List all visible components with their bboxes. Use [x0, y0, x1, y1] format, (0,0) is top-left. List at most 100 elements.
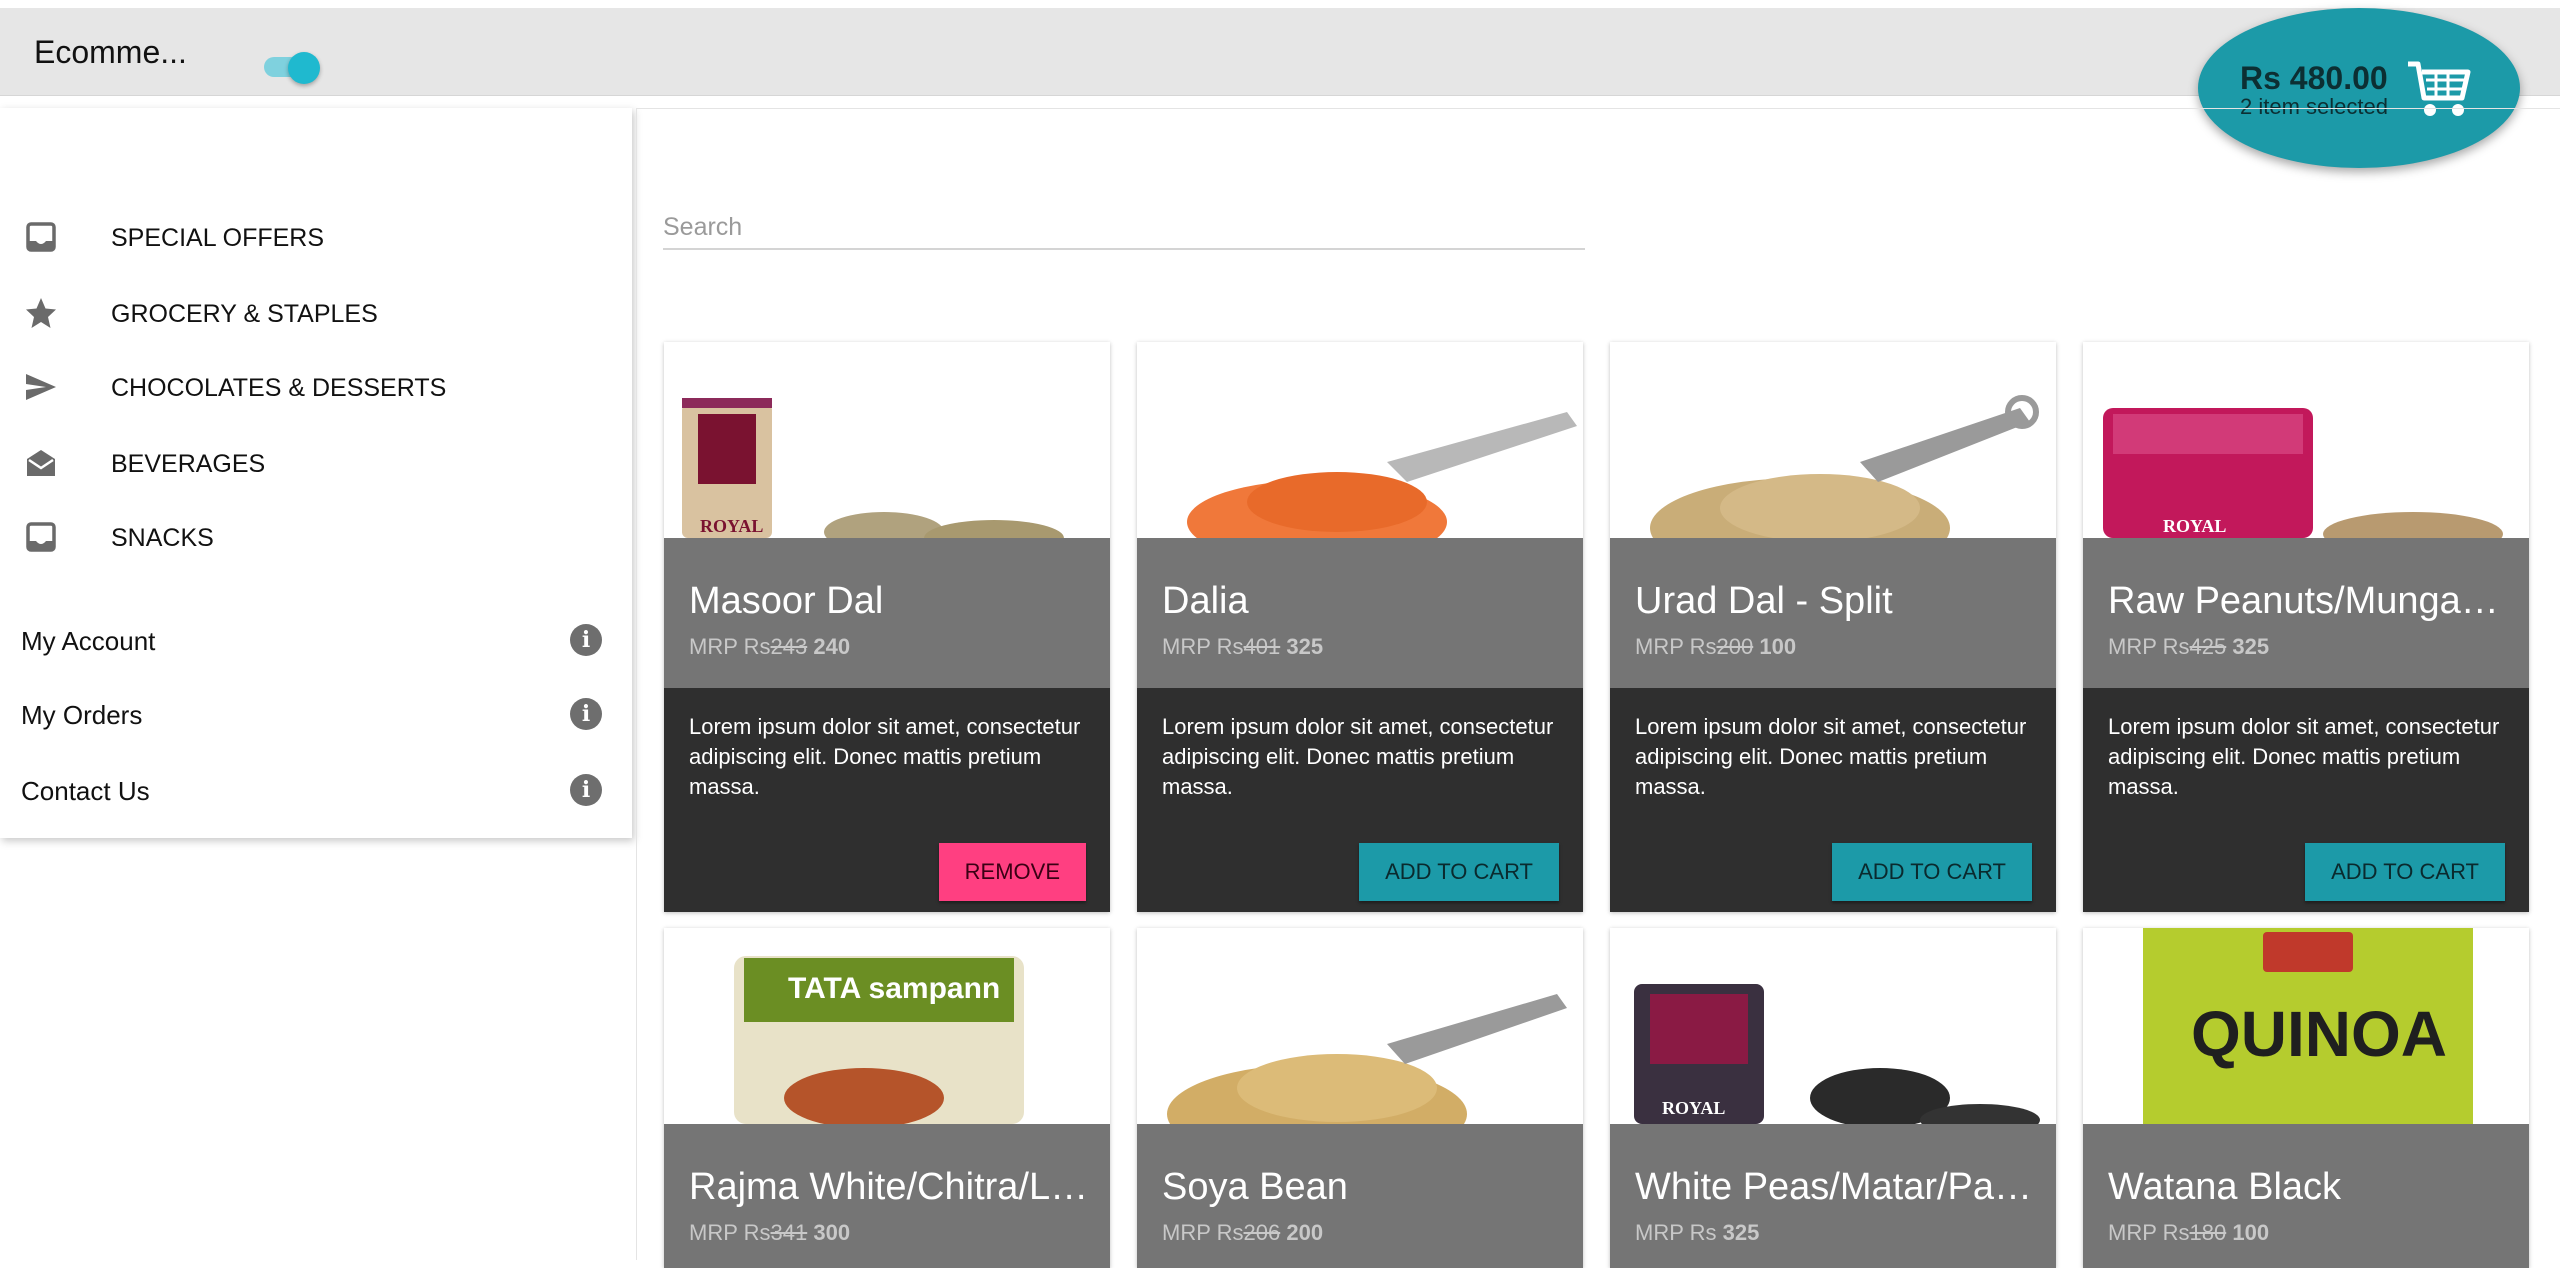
old-price: 243 — [770, 634, 808, 659]
sidebar-item-chocolates[interactable]: CHOCOLATES & DESSERTS — [0, 350, 632, 420]
sidebar-item-label: My Orders — [21, 700, 143, 730]
product-price: MRP Rs206 200 — [1162, 1220, 1324, 1245]
old-price: 425 — [2189, 634, 2227, 659]
brand-label: TATA sampann — [788, 972, 1000, 1005]
sidebar-item-beverages[interactable]: BEVERAGES — [0, 426, 632, 496]
add-to-cart-button[interactable]: ADD TO CART — [1832, 843, 2032, 901]
product-price: MRP Rs341 300 — [689, 1220, 851, 1245]
product-name: White Peas/Matar/Pattani — [1635, 1166, 2040, 1208]
product-name: Masoor Dal — [689, 580, 884, 622]
sale-price: 240 — [813, 634, 851, 659]
brand-label: QUINOA — [2191, 998, 2447, 1070]
sidebar-item-label: My Account — [21, 626, 156, 656]
sale-price: 200 — [1286, 1220, 1324, 1245]
product-image: ROYAL — [1610, 928, 2056, 1124]
product-price: MRP Rs 325 — [1635, 1220, 1760, 1245]
product-description-band: Lorem ipsum dolor sit amet, consectetur … — [2083, 688, 2529, 912]
product-image: ROYAL — [664, 342, 1110, 538]
old-price: 200 — [1716, 634, 1754, 659]
sale-price: 325 — [2232, 634, 2270, 659]
send-icon — [26, 374, 56, 400]
info-icon[interactable]: i — [570, 624, 602, 656]
product-title-band: Dalia MRP Rs401 325 — [1137, 538, 1583, 688]
product-card: QUINOA Watana Black MRP Rs180 100 — [2083, 928, 2529, 1268]
product-card: Dalia MRP Rs401 325 Lorem ipsum dolor si… — [1137, 342, 1583, 912]
sidebar-item-special-offers[interactable]: SPECIAL OFFERS — [0, 200, 632, 270]
product-title-band: Urad Dal - Split MRP Rs200 100 — [1610, 538, 2056, 688]
add-to-cart-button[interactable]: ADD TO CART — [1359, 843, 1559, 901]
add-to-cart-button[interactable]: ADD TO CART — [2305, 843, 2505, 901]
product-card: TATA sampann Rajma White/Chitra/Lobia MR… — [664, 928, 1110, 1268]
product-card: Soya Bean MRP Rs206 200 — [1137, 928, 1583, 1268]
product-name: Dalia — [1162, 580, 1249, 622]
product-description: Lorem ipsum dolor sit amet, consectetur … — [1635, 714, 2027, 799]
old-price: 401 — [1243, 634, 1281, 659]
product-description: Lorem ipsum dolor sit amet, consectetur … — [1162, 714, 1554, 799]
product-description-band: Lorem ipsum dolor sit amet, consectetur … — [1137, 688, 1583, 912]
drafts-icon — [27, 450, 55, 476]
product-price: MRP Rs425 325 — [2108, 634, 2270, 659]
product-price: MRP Rs243 240 — [689, 634, 851, 659]
product-card: ROYAL Masoor Dal MRP Rs243 240 Lorem ips… — [664, 342, 1110, 912]
product-card: ROYAL White Peas/Matar/Pattani MRP Rs 32… — [1610, 928, 2056, 1268]
product-image: QUINOA — [2083, 928, 2529, 1124]
cart-total: Rs 480.00 — [2240, 60, 2388, 96]
search-input[interactable] — [663, 206, 1585, 250]
sidebar-item-label: Contact Us — [21, 776, 150, 806]
inbox-icon — [26, 522, 56, 552]
product-name: Rajma White/Chitra/Lobia — [689, 1166, 1094, 1208]
app-title: Ecomme... — [34, 34, 187, 70]
product-title-band: White Peas/Matar/Pattani MRP Rs 325 — [1610, 1124, 2056, 1268]
sale-price: 300 — [813, 1220, 851, 1245]
product-image: TATA sampann — [664, 928, 1110, 1124]
sidebar-item-label: GROCERY & STAPLES — [111, 300, 378, 328]
product-title-band: Watana Black MRP Rs180 100 — [2083, 1124, 2529, 1268]
product-image — [1610, 342, 2056, 538]
old-price: 341 — [770, 1220, 808, 1245]
toggle-knob — [288, 52, 320, 84]
theme-toggle[interactable] — [264, 52, 320, 84]
info-icon[interactable]: i — [570, 774, 602, 806]
product-image: ROYAL — [2083, 342, 2529, 538]
product-name: Soya Bean — [1162, 1166, 1348, 1208]
sidebar-item-my-orders[interactable]: My Orders i — [0, 678, 632, 748]
sidebar-item-contact-us[interactable]: Contact Us i — [0, 754, 632, 824]
product-card: ROYAL Raw Peanuts/Mungaphali MRP Rs425 3… — [2083, 342, 2529, 912]
sidebar-item-label: CHOCOLATES & DESSERTS — [111, 374, 447, 402]
old-price: 180 — [2189, 1220, 2227, 1245]
sidebar-item-label: SPECIAL OFFERS — [111, 224, 325, 252]
product-price: MRP Rs180 100 — [2108, 1220, 2270, 1245]
product-name: Watana Black — [2108, 1166, 2342, 1208]
product-price: MRP Rs401 325 — [1162, 634, 1324, 659]
product-name: Raw Peanuts/Mungaphali — [2108, 580, 2513, 622]
product-title-band: Rajma White/Chitra/Lobia MRP Rs341 300 — [664, 1124, 1110, 1268]
product-description-band: Lorem ipsum dolor sit amet, consectetur … — [1610, 688, 2056, 912]
sidebar-item-my-account[interactable]: My Account i — [0, 604, 632, 674]
sidebar-item-label: BEVERAGES — [111, 450, 266, 478]
inbox-icon — [26, 222, 56, 252]
product-title-band: Soya Bean MRP Rs206 200 — [1137, 1124, 1583, 1268]
remove-from-cart-button[interactable]: REMOVE — [938, 843, 1086, 901]
product-image — [1137, 928, 1583, 1124]
product-description: Lorem ipsum dolor sit amet, consectetur … — [689, 714, 1081, 799]
product-description-band: Lorem ipsum dolor sit amet, consectetur … — [664, 688, 1110, 912]
product-description: Lorem ipsum dolor sit amet, consectetur … — [2108, 714, 2500, 799]
sidebar-item-grocery[interactable]: GROCERY & STAPLES — [0, 276, 632, 346]
product-price: MRP Rs200 100 — [1635, 634, 1797, 659]
sidebar-item-label: SNACKS — [111, 524, 214, 552]
product-name: Urad Dal - Split — [1635, 580, 1893, 622]
sale-price: 325 — [1722, 1220, 1760, 1245]
app-bar: Ecomme... — [0, 8, 2560, 96]
brand-label: ROYAL — [700, 516, 763, 536]
sale-price: 100 — [2232, 1220, 2270, 1245]
star-icon — [26, 298, 56, 328]
sale-price: 325 — [1286, 634, 1324, 659]
sidebar-menu: SPECIAL OFFERS GROCERY & STAPLES CHOCOLA… — [0, 108, 632, 838]
sidebar-item-snacks[interactable]: SNACKS — [0, 500, 632, 570]
product-image — [1137, 342, 1583, 538]
product-title-band: Masoor Dal MRP Rs243 240 — [664, 538, 1110, 688]
product-title-band: Raw Peanuts/Mungaphali MRP Rs425 325 — [2083, 538, 2529, 688]
brand-label: ROYAL — [1662, 1098, 1725, 1118]
info-icon[interactable]: i — [570, 698, 602, 730]
product-card: Urad Dal - Split MRP Rs200 100 Lorem ips… — [1610, 342, 2056, 912]
